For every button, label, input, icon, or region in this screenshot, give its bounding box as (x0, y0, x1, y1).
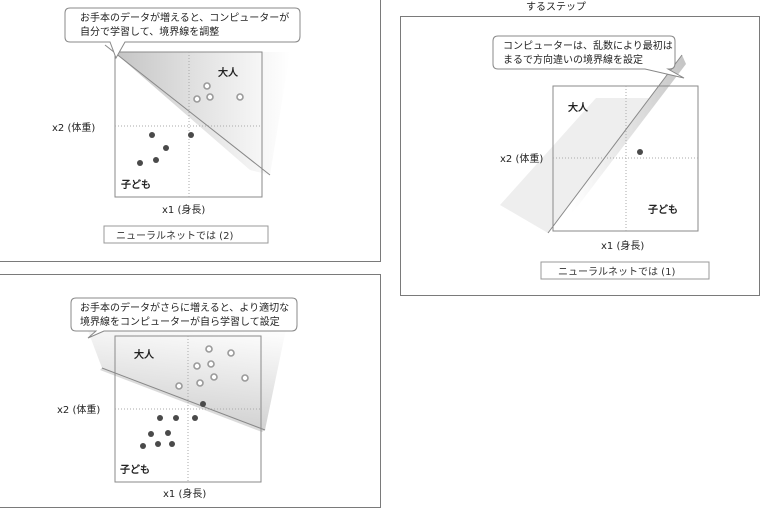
adult-point (205, 345, 213, 353)
child-point (137, 160, 143, 166)
callout-line-2: 境界線をコンピューターが自ら学習して設定 (80, 315, 280, 328)
child-point (188, 132, 194, 138)
class-label-adult: 大人 (568, 101, 589, 114)
diagram-canvas: お手本のデータが増えると、コンピューターが 自分で学習して、境界線を調整 大人 … (52, 1, 710, 500)
axis-label-y: x2 (体重) (500, 152, 543, 165)
child-point (149, 132, 155, 138)
boundary-shade-left (500, 98, 650, 233)
child-point (163, 145, 169, 151)
adult-point (175, 382, 183, 390)
axis-label-y: x2 (体重) (57, 403, 100, 416)
top-left-diagram: お手本のデータが増えると、コンピューターが 自分で学習して、境界線を調整 大人 … (52, 7, 301, 244)
child-point (173, 415, 179, 421)
caption-text: ニューラルネットでは (2) (116, 230, 233, 242)
adult-point (241, 374, 249, 382)
child-point (169, 441, 175, 447)
caption-text: ニューラルネットでは (1) (558, 266, 675, 278)
axis-label-x: x1 (身長) (162, 203, 205, 216)
adult-point (236, 93, 244, 101)
callout-line-1: コンピューターは、乱数により最初は (503, 39, 673, 52)
child-point (153, 157, 159, 163)
class-label-child: 子ども (648, 203, 678, 216)
adult-point (203, 82, 211, 90)
child-point (155, 441, 161, 447)
callout-line-2: 自分で学習して、境界線を調整 (80, 25, 219, 38)
child-point (165, 430, 171, 436)
adult-point (193, 362, 201, 370)
axis-label-x: x1 (身長) (601, 239, 644, 252)
adult-point (196, 379, 204, 387)
adult-point (227, 349, 235, 357)
child-point (157, 415, 163, 421)
child-point (140, 443, 146, 449)
child-point (637, 149, 643, 155)
child-point (148, 431, 154, 437)
axis-label-x: x1 (身長) (163, 487, 206, 500)
child-point (192, 415, 198, 421)
callout-line-1: お手本のデータが増えると、コンピューターが (80, 11, 289, 24)
child-point (200, 401, 206, 407)
class-label-child: 子ども (120, 463, 150, 476)
adult-point (206, 93, 214, 101)
class-label-adult: 大人 (134, 348, 155, 361)
callout-line-1: お手本のデータがさらに増えると、より適切な (80, 301, 289, 314)
callout-line-2: まるで方向違いの境界線を設定 (503, 53, 643, 66)
right-diagram: するステップ コンピューターは、乱数により最初は まるで方向違いの境界線を設定 … (492, 1, 710, 280)
bottom-left-diagram: お手本のデータがさらに増えると、より適切な 境界線をコンピューターが自ら学習して… (57, 297, 298, 500)
adult-point (210, 373, 218, 381)
axis-label-y: x2 (体重) (52, 121, 95, 134)
boundary-shade (114, 52, 290, 175)
adult-point (207, 360, 215, 368)
class-label-adult: 大人 (218, 66, 239, 79)
adult-point (193, 95, 201, 103)
class-label-child: 子ども (121, 178, 151, 191)
heading-text: するステップ (526, 1, 586, 13)
